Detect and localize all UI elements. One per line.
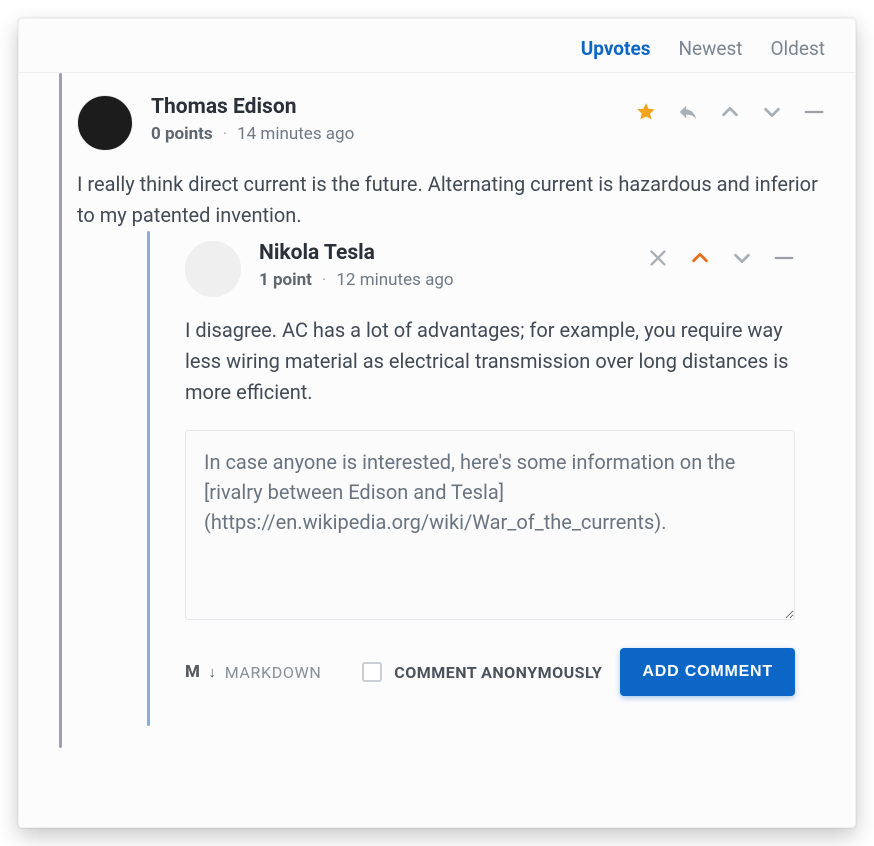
avatar: [185, 241, 241, 297]
comment: Thomas Edison 0 points · 14 minutes ago: [19, 73, 855, 748]
markdown-label: MARKDOWN: [225, 663, 322, 682]
collapse-icon[interactable]: [773, 247, 795, 269]
downvote-icon[interactable]: [731, 247, 753, 269]
reply-editor[interactable]: [185, 430, 795, 620]
arrow-down-icon: ↓: [209, 663, 217, 681]
comment-author[interactable]: Thomas Edison: [151, 95, 617, 120]
meta-separator: ·: [223, 124, 227, 144]
comment: Nikola Tesla 1 point · 12 minutes ago: [137, 231, 825, 726]
upvote-icon[interactable]: [689, 247, 711, 269]
sort-tab-newest[interactable]: Newest: [678, 37, 742, 60]
sort-tab-upvotes[interactable]: Upvotes: [581, 37, 651, 60]
comment-body: I really think direct current is the fut…: [77, 169, 825, 231]
avatar: [77, 95, 133, 151]
comment-actions: [635, 101, 825, 123]
anonymous-label: COMMENT ANONYMOUSLY: [394, 663, 602, 682]
reply-icon[interactable]: [677, 101, 699, 123]
sort-bar: Upvotes Newest Oldest: [19, 19, 855, 73]
comment-thread-card: Upvotes Newest Oldest Thomas Edison 0 po…: [18, 18, 856, 828]
close-icon[interactable]: [647, 247, 669, 269]
downvote-icon[interactable]: [761, 101, 783, 123]
comment-author[interactable]: Nikola Tesla: [259, 241, 629, 266]
star-icon[interactable]: [635, 101, 657, 123]
checkbox[interactable]: [362, 662, 382, 682]
comment-points: 1 point: [259, 270, 312, 290]
comment-points: 0 points: [151, 124, 213, 144]
editor-footer: M ↓ MARKDOWN COMMENT ANONYMOUSLY ADD COM…: [185, 648, 795, 704]
collapse-icon[interactable]: [803, 101, 825, 123]
meta-separator: ·: [322, 270, 326, 290]
comment-time: 14 minutes ago: [237, 124, 354, 144]
markdown-glyph: M: [185, 662, 201, 682]
upvote-icon[interactable]: [719, 101, 741, 123]
sort-tab-oldest[interactable]: Oldest: [770, 37, 825, 60]
markdown-toggle[interactable]: M ↓ MARKDOWN: [185, 662, 321, 682]
comment-body: I disagree. AC has a lot of advantages; …: [185, 315, 795, 408]
comment-time: 12 minutes ago: [336, 270, 453, 290]
thread: Thomas Edison 0 points · 14 minutes ago: [19, 73, 855, 827]
add-comment-button[interactable]: ADD COMMENT: [620, 648, 795, 696]
anonymous-toggle[interactable]: COMMENT ANONYMOUSLY: [362, 662, 602, 682]
comment-actions: [647, 247, 795, 269]
